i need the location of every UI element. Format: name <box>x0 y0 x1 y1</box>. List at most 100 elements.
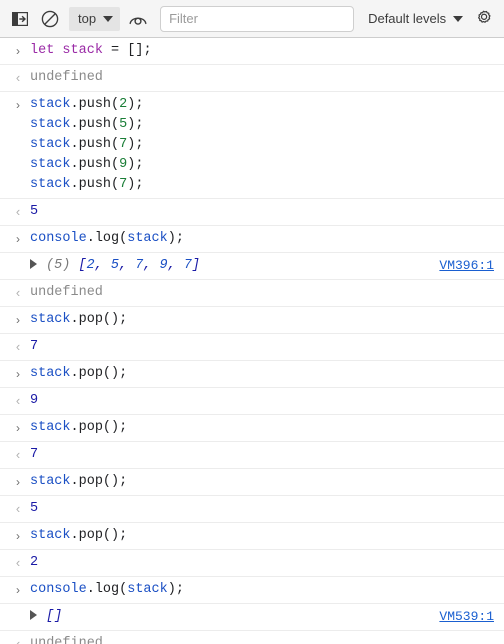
code-line: console.log(stack); <box>30 229 496 249</box>
array-brackets: ] <box>191 258 200 273</box>
console-input-row[interactable]: › stack.push(2); stack.push(5); stack.push(… <box>0 92 504 199</box>
code-token: stack <box>30 366 71 381</box>
code-line: stack.push(9); <box>30 155 496 175</box>
console-result-row[interactable]: ‹ 7 <box>0 442 504 469</box>
code-line: stack.push(5); <box>30 115 496 135</box>
code-token: = []; <box>102 43 152 58</box>
result-token: undefined <box>30 285 103 300</box>
console-input-row[interactable]: › stack.pop(); <box>0 307 504 334</box>
code-line: stack.pop(); <box>30 364 496 384</box>
code-token: stack <box>30 474 71 489</box>
code-token: .push( <box>70 177 120 192</box>
result-token: 5 <box>30 204 39 219</box>
show-console-sidebar-button[interactable] <box>6 6 34 32</box>
console-input-code: stack.pop(); <box>30 310 504 330</box>
expand-triangle-icon[interactable] <box>30 259 37 269</box>
object-preview[interactable]: [] <box>30 607 504 627</box>
code-line: stack.pop(); <box>30 418 496 438</box>
code-token: stack <box>127 231 168 246</box>
code-token: stack <box>127 582 168 597</box>
output-marker-icon: ‹ <box>15 285 21 300</box>
console-input-code: console.log(stack); <box>30 580 504 600</box>
code-token: ); <box>167 231 184 246</box>
console-input-row[interactable]: › console.log(stack); <box>0 226 504 253</box>
code-token: console <box>30 582 87 597</box>
console-input-row[interactable]: › stack.pop(); <box>0 523 504 550</box>
array-separator: , <box>167 258 184 273</box>
console-input-code: let stack = []; <box>30 41 504 61</box>
console-result-row[interactable]: ‹ undefined <box>0 65 504 92</box>
chevron-down-icon <box>453 15 464 22</box>
code-line: stack.push(7); <box>30 135 496 155</box>
console-result-row[interactable]: ‹ undefined <box>0 280 504 307</box>
code-token: stack <box>30 177 71 192</box>
code-line: stack.push(2); <box>30 95 496 115</box>
code-token: .pop(); <box>70 420 128 435</box>
console-settings-button[interactable] <box>469 6 497 32</box>
input-marker-icon: › <box>16 232 20 246</box>
code-token: stack <box>30 420 71 435</box>
create-live-expression-button[interactable] <box>124 6 152 32</box>
code-line: stack.pop(); <box>30 526 496 546</box>
console-result-value: 7 <box>30 337 504 357</box>
code-token: ); <box>127 157 144 172</box>
array-brackets: [ <box>78 258 87 273</box>
input-marker-icon: › <box>16 583 20 597</box>
code-line: stack.pop(); <box>30 472 496 492</box>
code-token: .push( <box>70 97 120 112</box>
console-result-value: 7 <box>30 445 504 465</box>
result-token: undefined <box>30 70 103 85</box>
code-line: console.log(stack); <box>30 580 496 600</box>
code-token: stack <box>30 117 71 132</box>
console-object-row[interactable]: [] VM539:1 <box>0 604 504 631</box>
console-toolbar: top Default levels <box>0 0 504 38</box>
object-preview[interactable]: (5) [2, 5, 7, 9, 7] <box>30 256 504 276</box>
code-token: console <box>30 231 87 246</box>
code-token: ); <box>127 137 144 152</box>
gear-icon <box>477 10 491 23</box>
console-result-row[interactable]: ‹ undefined <box>0 631 504 644</box>
console-object-row[interactable]: (5) [2, 5, 7, 9, 7] VM396:1 <box>0 253 504 280</box>
console-result-row[interactable]: ‹ 2 <box>0 550 504 577</box>
console-input-row[interactable]: › console.log(stack); <box>0 577 504 604</box>
output-marker-icon: ‹ <box>15 339 21 354</box>
console-result-row[interactable]: ‹ 5 <box>0 199 504 226</box>
console-result-row[interactable]: ‹ 7 <box>0 334 504 361</box>
code-token: .log( <box>86 582 128 597</box>
source-location-link[interactable]: VM539:1 <box>439 607 494 627</box>
javascript-context-selector[interactable]: top <box>69 6 121 31</box>
source-location-link[interactable]: VM396:1 <box>439 256 494 276</box>
console-result-row[interactable]: ‹ 5 <box>0 496 504 523</box>
input-marker-icon: › <box>16 529 20 543</box>
console-message-list[interactable]: › let stack = []; ‹ undefined › stack.push(2)… <box>0 38 504 644</box>
output-marker-icon: ‹ <box>15 204 21 219</box>
code-token: stack <box>30 528 71 543</box>
console-input-row[interactable]: › stack.pop(); <box>0 469 504 496</box>
console-result-row[interactable]: ‹ 9 <box>0 388 504 415</box>
output-marker-icon: ‹ <box>15 501 21 516</box>
output-marker-icon: ‹ <box>15 393 21 408</box>
console-input-row[interactable]: › stack.pop(); <box>0 361 504 388</box>
console-input-code: stack.pop(); <box>30 418 504 438</box>
clear-console-button[interactable] <box>36 6 64 32</box>
code-token: .log( <box>86 231 128 246</box>
console-result-value: undefined <box>30 68 504 88</box>
code-token: let <box>30 43 55 58</box>
array-item: 5 <box>110 258 119 273</box>
input-marker-icon: › <box>16 313 20 327</box>
result-token: undefined <box>30 636 103 644</box>
console-input-row[interactable]: › let stack = []; <box>0 38 504 65</box>
console-result-value: 5 <box>30 499 504 519</box>
log-levels-selector[interactable]: Default levels <box>364 7 467 31</box>
console-result-value: 2 <box>30 553 504 573</box>
filter-input[interactable] <box>160 5 355 32</box>
code-line: stack.pop(); <box>30 310 496 330</box>
expand-triangle-icon[interactable] <box>30 610 37 620</box>
array-brackets: [] <box>46 609 63 624</box>
result-token: 2 <box>30 555 39 570</box>
console-input-row[interactable]: › stack.pop(); <box>0 415 504 442</box>
input-marker-icon: › <box>16 421 20 435</box>
code-token: ); <box>127 177 144 192</box>
code-token: .push( <box>70 157 120 172</box>
console-result-value: undefined <box>30 283 504 303</box>
